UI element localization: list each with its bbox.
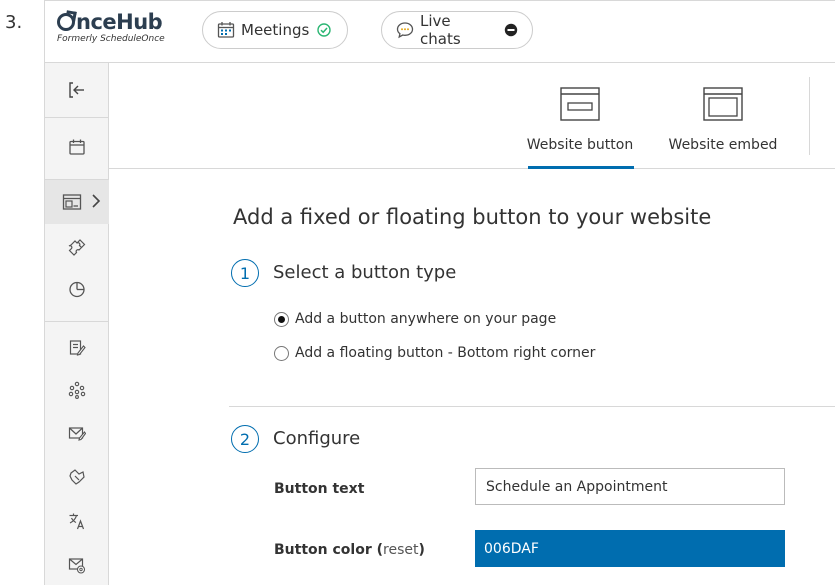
radio-option-label: Add a button anywhere on your page [295, 311, 557, 327]
sidebar-item-calendar[interactable] [45, 125, 109, 169]
sidebar-item-exit[interactable] [45, 68, 109, 112]
logo-subtitle: Formerly ScheduleOnce [57, 34, 165, 44]
pie-chart-icon [68, 280, 86, 298]
sidebar [45, 63, 109, 585]
sidebar-item-translate[interactable] [45, 499, 109, 543]
handshake-icon [68, 468, 86, 486]
button-text-label: Button text [274, 481, 365, 497]
sidebar-divider [45, 117, 109, 118]
sidebar-item-website-widgets[interactable] [45, 180, 109, 224]
step-number: 3. [5, 12, 23, 33]
chevron-right-icon [91, 193, 101, 209]
paren-close: ) [418, 542, 425, 558]
exit-icon [68, 81, 86, 99]
button-color-input[interactable]: 006DAF [475, 530, 785, 567]
radio-button-checked[interactable] [274, 311, 289, 327]
sidebar-item-reports[interactable] [45, 267, 109, 311]
section-2-number-badge: 2 [231, 425, 259, 453]
sidebar-item-email-templates[interactable] [45, 411, 109, 455]
calendar-icon [68, 138, 86, 156]
logo-text: nceHub [76, 10, 163, 34]
paren-open: ( [371, 542, 384, 558]
tab-divider [809, 77, 810, 155]
sidebar-item-notes[interactable] [45, 326, 109, 370]
app-window: nceHub Formerly ScheduleOnce Meetings Li… [44, 0, 835, 585]
envelope-at-icon [68, 556, 86, 574]
reset-color-link[interactable]: reset [383, 542, 418, 558]
radio-option-label: Add a floating button - Bottom right cor… [295, 345, 596, 361]
button-color-label-text: Button color [274, 542, 372, 558]
tab-website-button[interactable]: Website button [523, 63, 637, 169]
section-divider [229, 406, 835, 407]
section-2-title: Configure [273, 428, 361, 449]
active-tab-indicator [528, 166, 634, 169]
document-edit-icon [68, 339, 86, 357]
minus-circle-icon [504, 23, 518, 37]
calendar-icon [217, 21, 235, 39]
sidebar-item-email-settings[interactable] [45, 543, 109, 585]
main-content: Website button Website embed Add a fixed… [109, 63, 835, 585]
sidebar-item-handshake[interactable] [45, 455, 109, 499]
meetings-label: Meetings [241, 21, 310, 39]
section-1-title: Select a button type [273, 262, 457, 283]
radio-option-anywhere[interactable]: Add a button anywhere on your page [274, 311, 556, 327]
network-icon [68, 381, 86, 399]
envelope-edit-icon [68, 424, 86, 442]
logo-o-icon [57, 13, 75, 31]
sidebar-divider [45, 321, 109, 322]
website-button-icon [560, 87, 600, 125]
button-text-input[interactable]: Schedule an Appointment [475, 468, 785, 505]
tab-website-embed[interactable]: Website embed [663, 63, 783, 169]
radio-button-unchecked[interactable] [274, 345, 289, 361]
section-1-number-badge: 1 [231, 259, 259, 287]
live-chats-pill-button[interactable]: Live chats [381, 11, 533, 49]
top-bar: nceHub Formerly ScheduleOnce Meetings Li… [45, 1, 835, 63]
tabs-bar: Website button Website embed [109, 63, 835, 169]
live-chats-label: Live chats [420, 12, 461, 48]
chat-bubble-icon [396, 21, 414, 39]
tab-website-embed-label: Website embed [668, 137, 778, 153]
website-embed-icon [703, 87, 743, 125]
button-color-label: Button color (reset) [274, 542, 425, 558]
logo-wordmark: nceHub [57, 11, 165, 33]
website-widget-icon [62, 193, 82, 211]
sidebar-item-workflows[interactable] [45, 368, 109, 412]
oncehub-logo[interactable]: nceHub Formerly ScheduleOnce [57, 11, 165, 44]
puzzle-icon [68, 238, 86, 256]
translate-icon [68, 512, 86, 530]
sidebar-item-integrations[interactable] [45, 225, 109, 269]
meetings-pill-button[interactable]: Meetings [202, 11, 348, 49]
page-title: Add a fixed or floating button to your w… [233, 205, 712, 229]
check-circle-icon [317, 23, 331, 37]
tab-website-button-label: Website button [526, 137, 634, 153]
radio-option-floating[interactable]: Add a floating button - Bottom right cor… [274, 345, 595, 361]
